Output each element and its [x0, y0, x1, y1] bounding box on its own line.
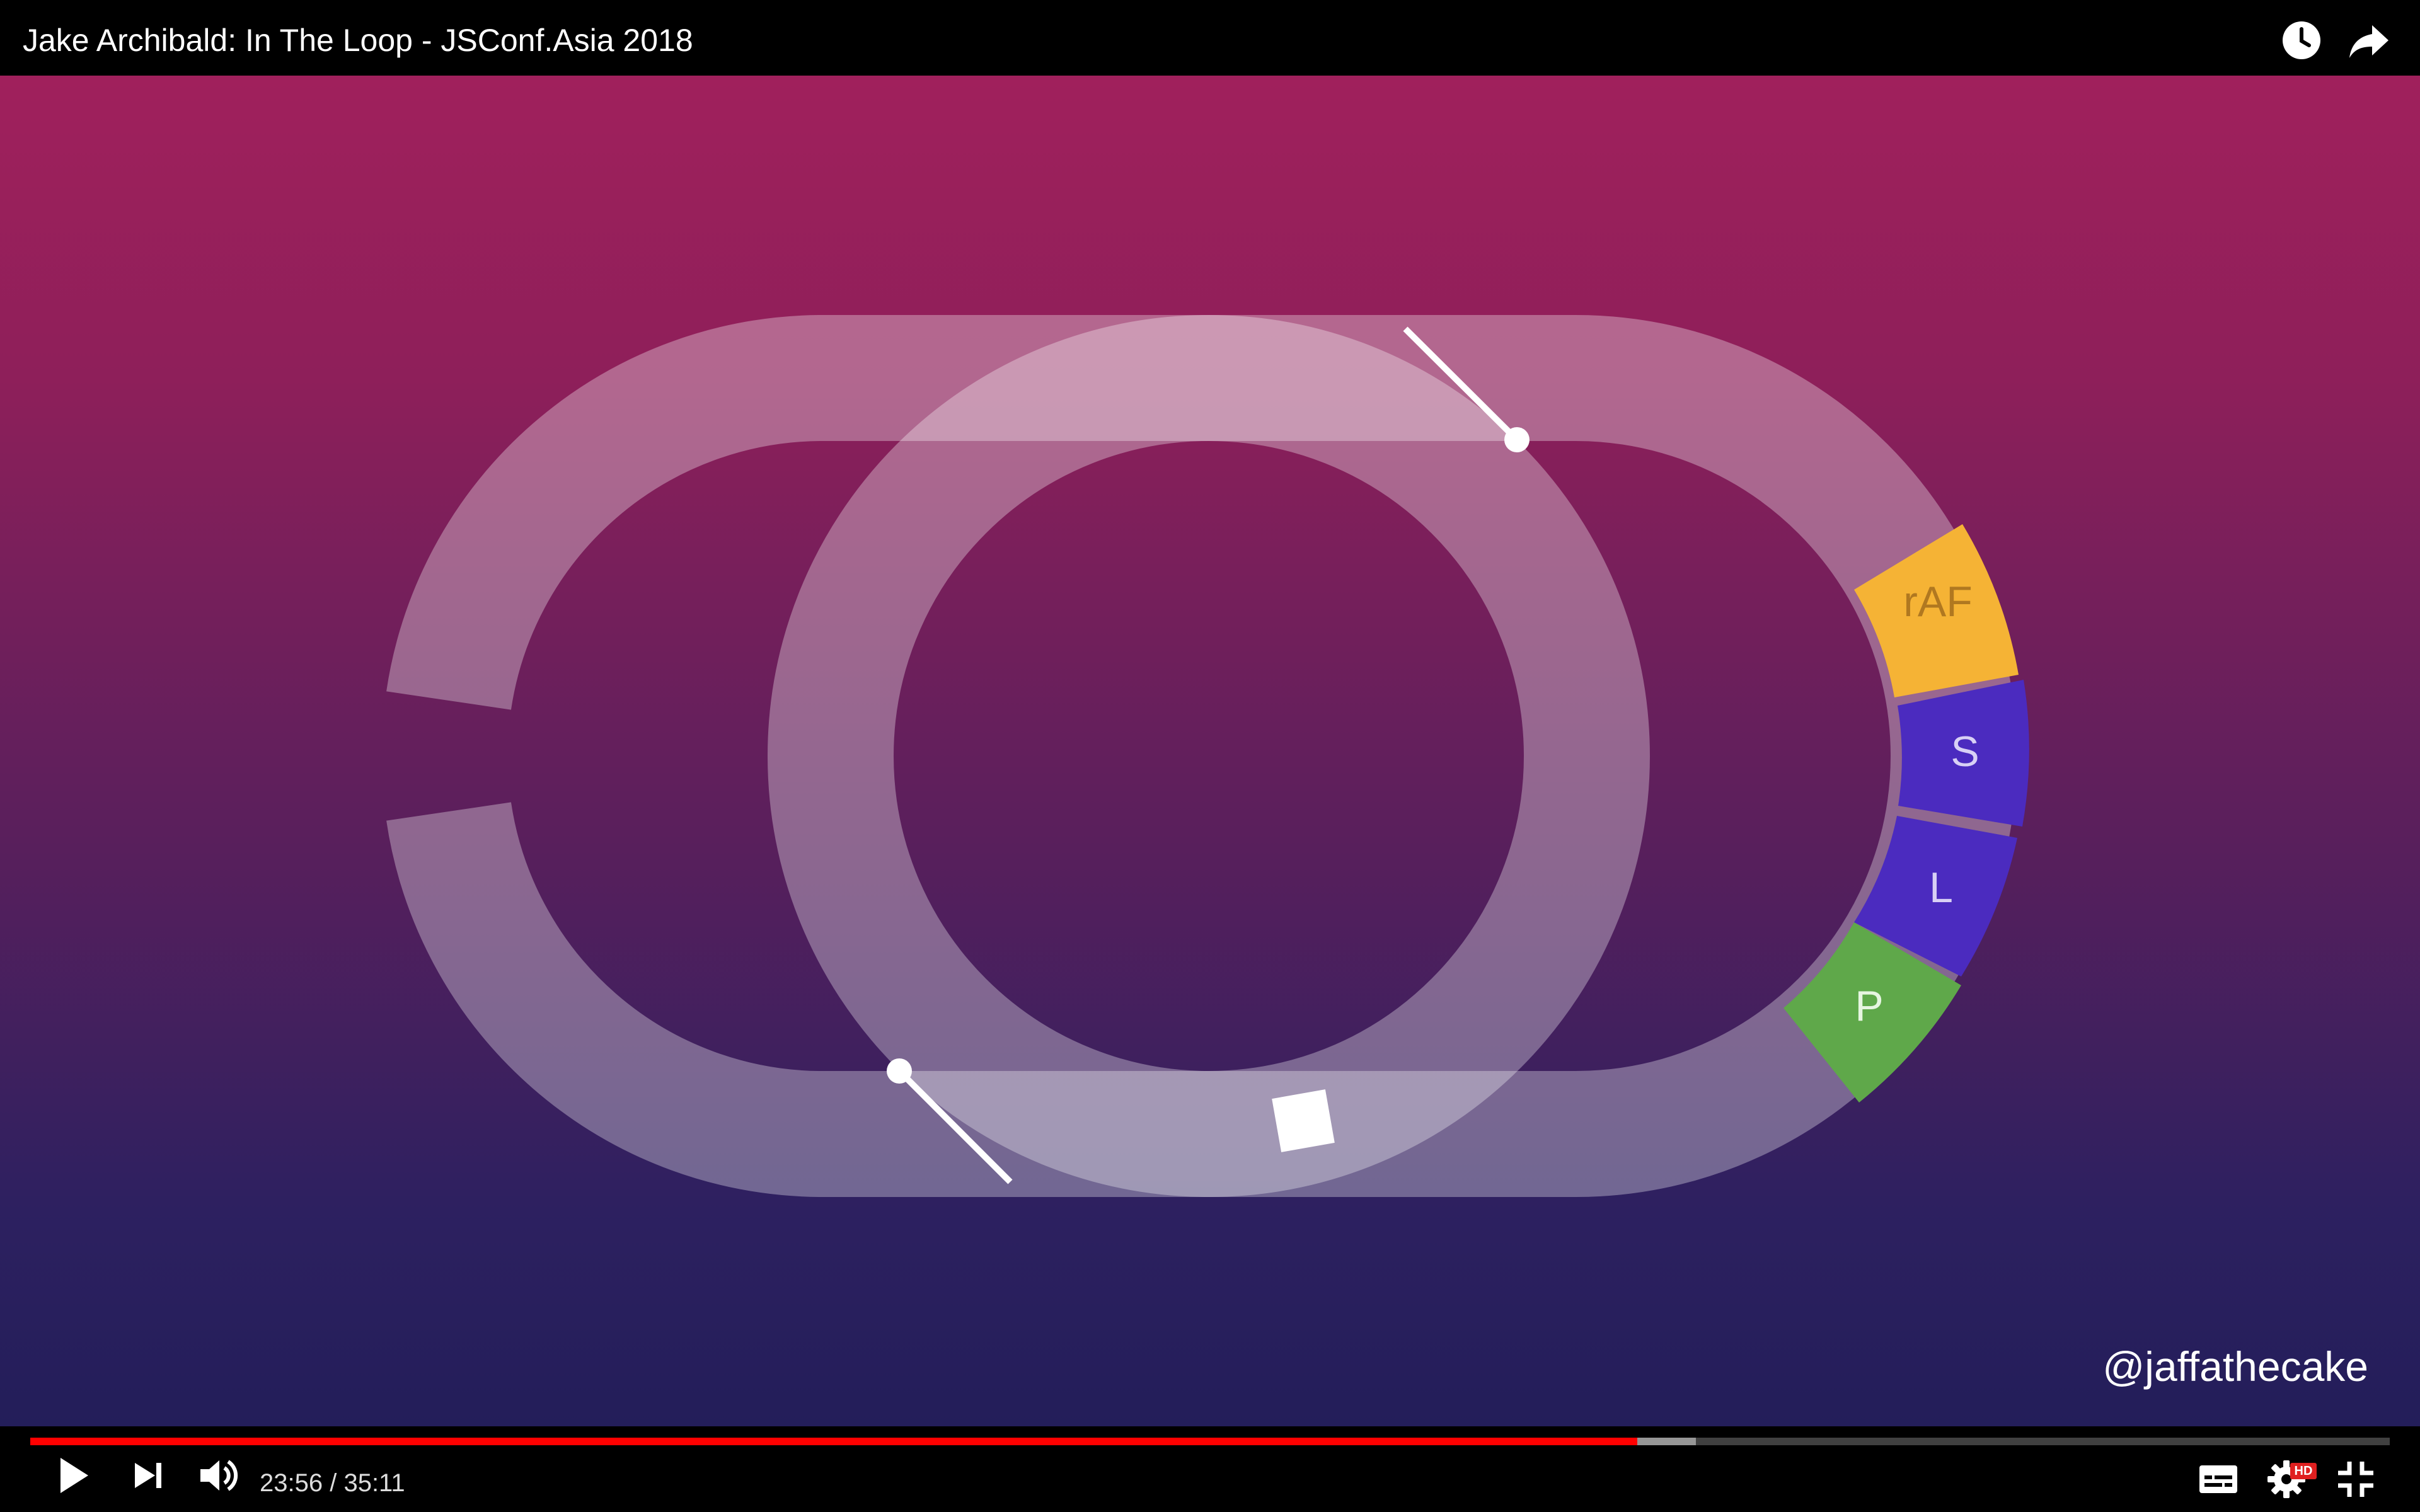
- video-background: [0, 0, 2420, 1512]
- title-bar: Jake Archibald: In The Loop - JSConf.Asi…: [0, 0, 2420, 76]
- captions-icon[interactable]: [2196, 1457, 2241, 1502]
- progress-played: [30, 1438, 1637, 1445]
- player-controls: 23:56 / 35:11 HD: [0, 1426, 2420, 1512]
- current-time: 23:56: [260, 1469, 323, 1497]
- raf-segment-label: rAF: [1903, 578, 1973, 626]
- hd-badge: HD: [2290, 1463, 2317, 1479]
- style-segment-label: S: [1950, 728, 1979, 776]
- duration: 35:11: [343, 1469, 405, 1497]
- play-icon[interactable]: [50, 1453, 96, 1498]
- layout-segment-label: L: [1929, 864, 1953, 912]
- clock-icon[interactable]: [2280, 19, 2323, 62]
- progress-bar[interactable]: [30, 1438, 2390, 1445]
- paint-segment-label: P: [1855, 982, 1883, 1030]
- video-player[interactable]: rAF S L P @jaffathecake Jake Archibald: …: [0, 0, 2420, 1512]
- video-title[interactable]: Jake Archibald: In The Loop - JSConf.Asi…: [23, 21, 693, 59]
- next-icon[interactable]: [126, 1453, 171, 1498]
- watermark: @jaffathecake: [2102, 1343, 2368, 1390]
- task-square: [1272, 1089, 1335, 1152]
- volume-icon[interactable]: [195, 1453, 241, 1498]
- time-separator: /: [323, 1469, 344, 1497]
- time-display: 23:56 / 35:11: [260, 1465, 405, 1501]
- share-icon[interactable]: [2347, 19, 2390, 62]
- exit-fullscreen-icon[interactable]: [2333, 1457, 2378, 1502]
- video-frame[interactable]: rAF S L P @jaffathecake: [0, 0, 2420, 1512]
